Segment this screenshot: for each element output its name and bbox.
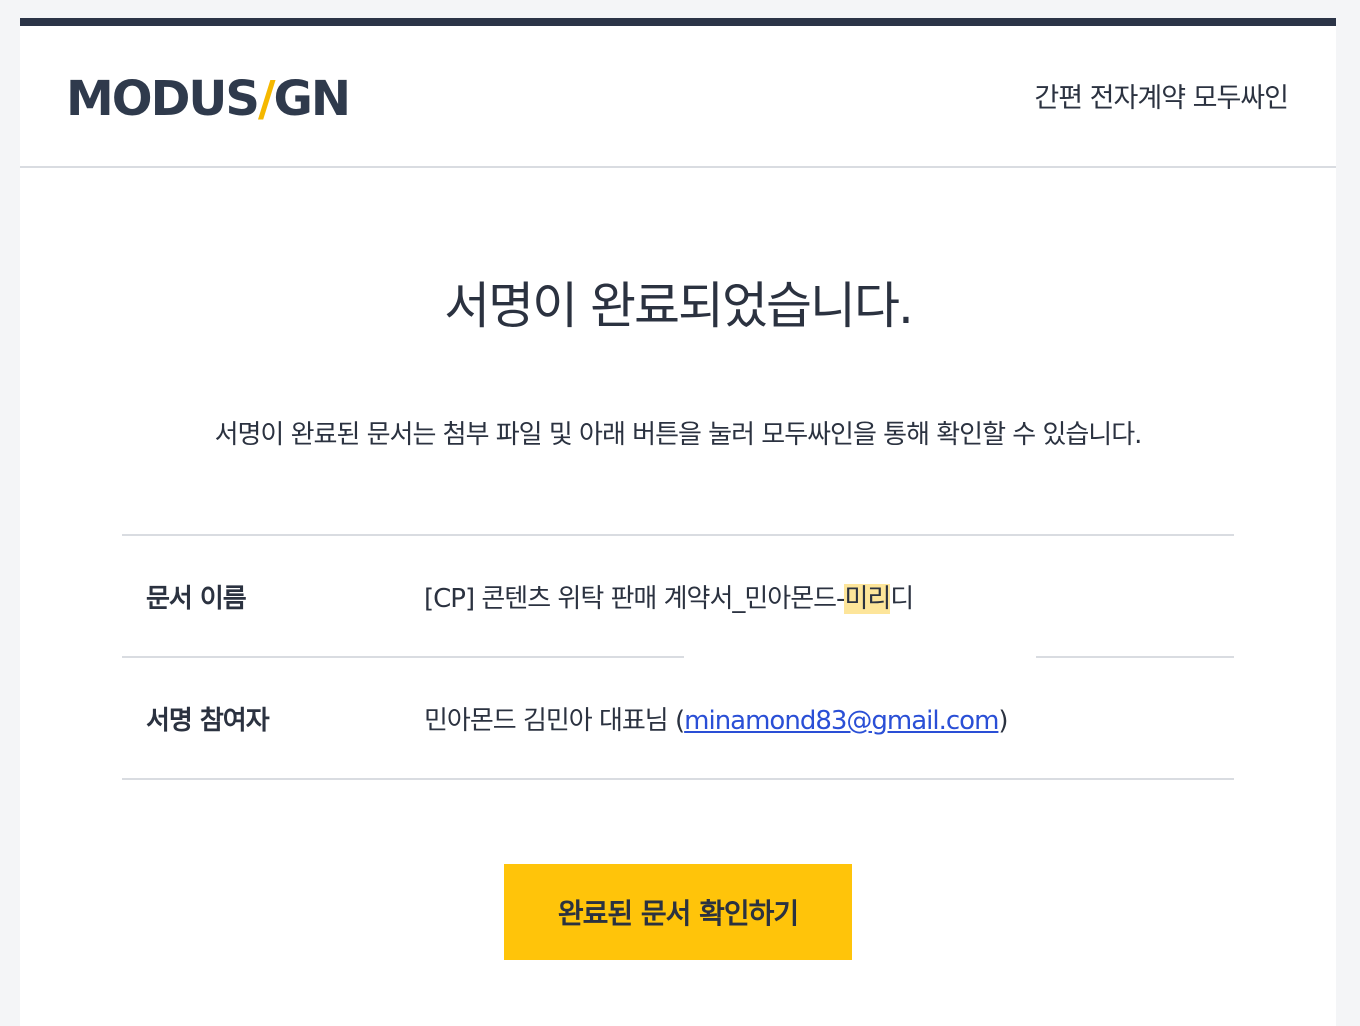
document-name-suffix: 디 <box>890 584 914 614</box>
page-description: 서명이 완료된 문서는 첨부 파일 및 아래 버튼을 눌러 모두싸인을 통해 확… <box>214 420 1143 450</box>
logo-text-left: MODUS <box>66 71 260 127</box>
participant-value: 민아몬드 김민아 대표님 (minamond83@gmail.com) <box>424 700 1009 737</box>
page-title: 서명이 완료되었습니다. <box>444 277 914 335</box>
document-name-prefix: [CP] 콘텐츠 위탁 판매 계약서_민아몬드- <box>424 584 845 614</box>
view-completed-document-button[interactable]: 완료된 문서 확인하기 <box>504 864 852 960</box>
document-name-label: 문서 이름 <box>146 584 247 614</box>
modusign-logo: MODUS/GN <box>66 71 352 127</box>
participant-label: 서명 참여자 <box>146 706 270 736</box>
document-name-highlight: 미리 <box>844 584 891 614</box>
participant-email-link[interactable]: minamond83@gmail.com <box>684 706 999 736</box>
document-name-row: 문서 이름 [CP] 콘텐츠 위탁 판매 계약서_민아몬드-미리디 <box>122 536 1234 658</box>
header-tagline: 간편 전자계약 모두싸인 <box>1034 83 1289 114</box>
participant-name: 민아몬드 김민아 대표님 ( <box>424 706 685 736</box>
logo-text-right: GN <box>273 71 352 127</box>
logo-slash: / <box>257 71 275 127</box>
participant-row: 서명 참여자 민아몬드 김민아 대표님 (minamond83@gmail.co… <box>122 658 1234 780</box>
email-card: MODUS/GN 간편 전자계약 모두싸인 서명이 완료되었습니다. 서명이 완… <box>20 18 1336 1026</box>
document-name-value: [CP] 콘텐츠 위탁 판매 계약서_민아몬드-미리디 <box>424 578 914 615</box>
participant-close: ) <box>998 706 1008 736</box>
header: MODUS/GN 간편 전자계약 모두싸인 <box>20 26 1336 168</box>
document-info-table: 문서 이름 [CP] 콘텐츠 위탁 판매 계약서_민아몬드-미리디 서명 참여자… <box>122 534 1234 780</box>
